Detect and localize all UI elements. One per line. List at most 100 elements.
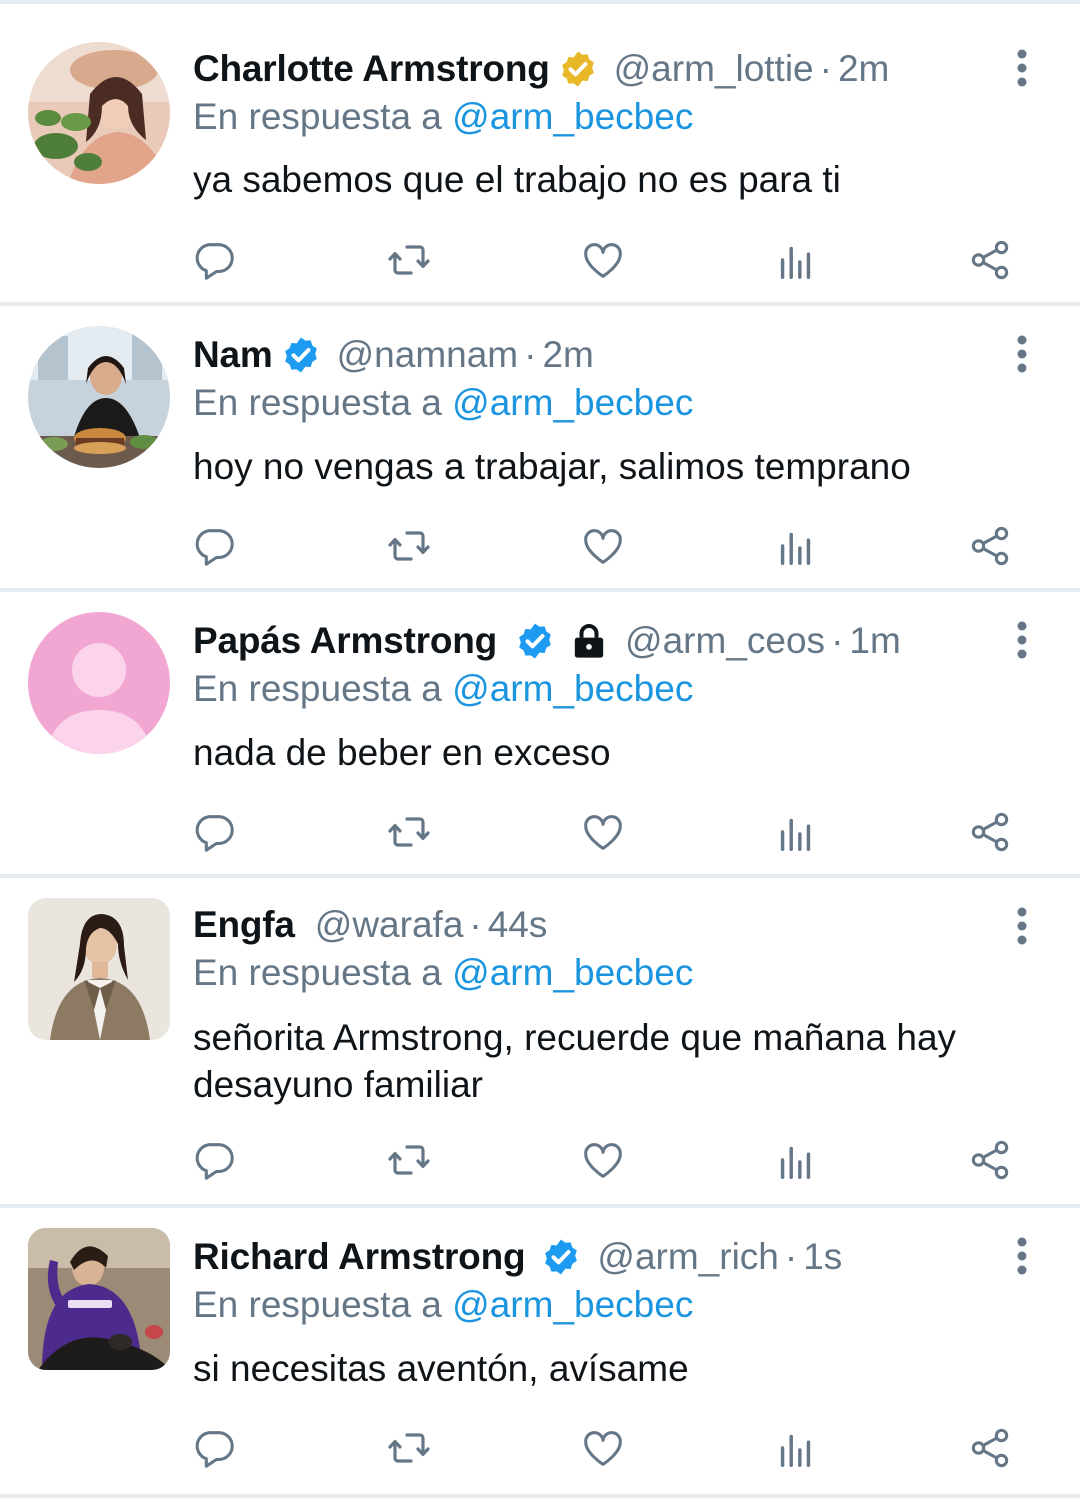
like-icon xyxy=(584,815,622,850)
retweet-button[interactable] xyxy=(385,1136,433,1184)
avatar[interactable] xyxy=(28,42,170,184)
tweet-3[interactable]: Papás Armstrong @arm_ceos · 1m En respue… xyxy=(0,592,1080,878)
tweet-text: ya sabemos que el trabajo no es para ti xyxy=(193,159,841,200)
like-button[interactable] xyxy=(579,808,627,856)
analytics-button[interactable] xyxy=(772,236,820,284)
reply-icon xyxy=(195,243,234,280)
avatar[interactable] xyxy=(28,612,170,754)
tweet-2[interactable]: Nam @namnam · 2m En respuesta a @arm_bec… xyxy=(0,306,1080,592)
timestamp[interactable]: 2m xyxy=(542,334,593,376)
verified-blue-icon xyxy=(519,623,551,659)
analytics-icon xyxy=(780,532,811,565)
retweet-icon xyxy=(388,1145,430,1175)
retweet-button[interactable] xyxy=(385,1424,433,1472)
share-button[interactable] xyxy=(966,236,1014,284)
share-button[interactable] xyxy=(966,808,1014,856)
reply-icon xyxy=(195,815,234,852)
analytics-button[interactable] xyxy=(772,522,820,570)
reply-prefix: En respuesta a xyxy=(193,96,442,137)
tweet-header: Charlotte Armstrong @arm_lottie · 2m xyxy=(193,42,889,96)
divider xyxy=(0,1494,1080,1498)
analytics-button[interactable] xyxy=(772,1136,820,1184)
analytics-icon xyxy=(780,1146,811,1179)
reply-button[interactable] xyxy=(190,236,238,284)
retweet-button[interactable] xyxy=(385,522,433,570)
share-icon xyxy=(971,1140,1009,1180)
more-options-icon[interactable] xyxy=(1002,906,1042,946)
retweet-icon xyxy=(388,245,430,275)
tweet-5[interactable]: Richard Armstrong @arm_rich · 1s En resp… xyxy=(0,1208,1080,1498)
avatar[interactable] xyxy=(28,1228,170,1370)
tweet-4[interactable]: Engfa @warafa · 44s En respuesta a @arm_… xyxy=(0,878,1080,1208)
reply-prefix: En respuesta a xyxy=(193,1284,442,1325)
avatar[interactable] xyxy=(28,898,170,1040)
retweet-button[interactable] xyxy=(385,236,433,284)
tweet-actions xyxy=(0,522,1080,570)
more-options-icon[interactable] xyxy=(1002,48,1042,88)
user-handle[interactable]: @arm_lottie xyxy=(614,48,814,90)
reply-button[interactable] xyxy=(190,1136,238,1184)
reply-prefix: En respuesta a xyxy=(193,382,442,423)
like-button[interactable] xyxy=(579,1424,627,1472)
verified-blue-icon xyxy=(284,337,317,373)
separator-dot: · xyxy=(784,1236,798,1277)
reply-button[interactable] xyxy=(190,1424,238,1472)
lock-icon xyxy=(574,624,604,658)
user-handle[interactable]: @arm_rich xyxy=(597,1236,778,1278)
display-name[interactable]: Richard Armstrong xyxy=(193,1236,526,1278)
user-handle[interactable]: @warafa xyxy=(315,904,464,946)
share-icon xyxy=(971,526,1009,566)
tweet-actions xyxy=(0,1424,1080,1472)
separator-dot: · xyxy=(469,904,482,945)
reply-context: En respuesta a @arm_becbec xyxy=(193,1284,693,1326)
reply-mention-link[interactable]: @arm_becbec xyxy=(452,382,693,423)
timestamp[interactable]: 1s xyxy=(803,1236,842,1278)
retweet-icon xyxy=(388,531,430,561)
analytics-icon xyxy=(780,818,811,851)
tweet-actions xyxy=(0,1136,1080,1184)
analytics-icon xyxy=(780,246,811,279)
tweet-text: hoy no vengas a trabajar, salimos tempra… xyxy=(193,446,911,487)
timestamp[interactable]: 1m xyxy=(849,620,900,662)
analytics-button[interactable] xyxy=(772,1424,820,1472)
share-button[interactable] xyxy=(966,1136,1014,1184)
more-options-icon[interactable] xyxy=(1002,620,1042,660)
user-handle[interactable]: @namnam xyxy=(337,334,519,376)
retweet-button[interactable] xyxy=(385,808,433,856)
share-button[interactable] xyxy=(966,522,1014,570)
reply-mention-link[interactable]: @arm_becbec xyxy=(452,952,693,993)
display-name[interactable]: Charlotte Armstrong xyxy=(193,48,550,90)
display-name[interactable]: Papás Armstrong xyxy=(193,620,497,662)
display-name[interactable]: Nam xyxy=(193,334,273,376)
tweet-text: nada de beber en exceso xyxy=(193,732,611,773)
tweet-text: si necesitas aventón, avísame xyxy=(193,1348,689,1389)
reply-icon xyxy=(195,1143,234,1180)
reply-mention-link[interactable]: @arm_becbec xyxy=(452,1284,693,1325)
like-button[interactable] xyxy=(579,1136,627,1184)
like-button[interactable] xyxy=(579,236,627,284)
share-icon xyxy=(971,240,1009,280)
avatar[interactable] xyxy=(28,326,170,468)
more-options-icon[interactable] xyxy=(1002,334,1042,374)
reply-button[interactable] xyxy=(190,522,238,570)
reply-button[interactable] xyxy=(190,808,238,856)
reply-icon xyxy=(195,529,234,566)
like-button[interactable] xyxy=(579,522,627,570)
share-icon xyxy=(971,1428,1009,1468)
more-options-icon[interactable] xyxy=(1002,1236,1042,1276)
reply-mention-link[interactable]: @arm_becbec xyxy=(452,96,693,137)
separator-dot: · xyxy=(819,48,832,89)
user-handle[interactable]: @arm_ceos xyxy=(625,620,825,662)
retweet-icon xyxy=(388,1433,430,1463)
separator-dot: · xyxy=(831,620,844,661)
display-name[interactable]: Engfa xyxy=(193,904,295,946)
reply-mention-link[interactable]: @arm_becbec xyxy=(452,668,693,709)
share-button[interactable] xyxy=(966,1424,1014,1472)
reply-prefix: En respuesta a xyxy=(193,952,442,993)
timestamp[interactable]: 44s xyxy=(488,904,548,946)
analytics-button[interactable] xyxy=(772,808,820,856)
like-icon xyxy=(584,1431,622,1466)
timestamp[interactable]: 2m xyxy=(838,48,889,90)
reply-context: En respuesta a @arm_becbec xyxy=(193,382,693,424)
tweet-1[interactable]: Charlotte Armstrong @arm_lottie · 2m En … xyxy=(0,4,1080,306)
